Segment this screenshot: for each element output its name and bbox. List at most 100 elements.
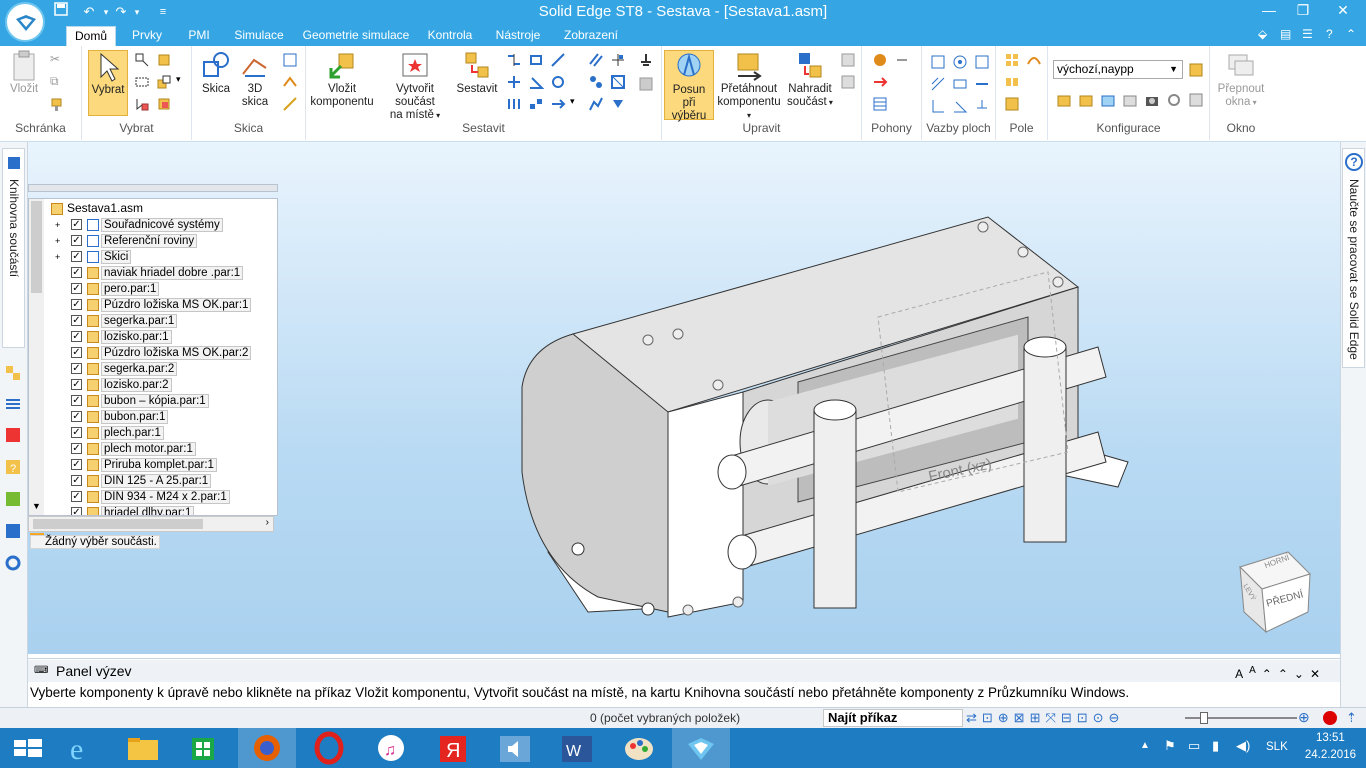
tree-horizontal-scrollbar[interactable]: ›: [28, 516, 274, 532]
face-ground-icon[interactable]: [974, 98, 990, 114]
tree-item[interactable]: ✓ naviak hriadel dobre .par:1: [49, 265, 244, 281]
sketch-tool-icon-3[interactable]: [282, 96, 298, 112]
solid-edge-icon[interactable]: [672, 728, 730, 768]
assemble-button[interactable]: Sestavit: [456, 50, 498, 96]
visibility-checkbox[interactable]: ✓: [71, 427, 82, 438]
expand-icon[interactable]: +: [55, 218, 60, 232]
visibility-checkbox[interactable]: ✓: [71, 459, 82, 470]
internet-explorer-icon[interactable]: e: [54, 728, 112, 768]
visibility-checkbox[interactable]: ✓: [71, 491, 82, 502]
relation-angle-icon[interactable]: [528, 74, 545, 90]
tab-pmi[interactable]: PMI: [180, 26, 218, 46]
relation-flip-icon[interactable]: [610, 52, 626, 68]
relation-connect-icon[interactable]: [506, 74, 522, 90]
tree-item[interactable]: ✓ lozisko.par:2: [49, 377, 172, 393]
tab-simulation-geometry[interactable]: Geometrie simulace: [300, 26, 412, 46]
config-icon-1[interactable]: [1056, 92, 1072, 108]
visibility-checkbox[interactable]: ✓: [71, 347, 82, 358]
cut-icon[interactable]: ✂: [50, 52, 66, 68]
tab-view[interactable]: Zobrazení: [558, 26, 624, 46]
face-parallel-icon[interactable]: [930, 76, 946, 92]
visibility-checkbox[interactable]: ✓: [71, 219, 82, 230]
ribbon-collapse-icon[interactable]: ⌃: [1346, 27, 1356, 41]
config-icon-2[interactable]: [1078, 92, 1094, 108]
yandex-icon[interactable]: Я: [424, 728, 482, 768]
help-icon[interactable]: ?: [1326, 27, 1333, 41]
tab-inspect[interactable]: Kontrola: [422, 26, 478, 46]
select-show-icon[interactable]: [156, 96, 172, 112]
config-icon-7[interactable]: [1188, 92, 1204, 108]
tab-home[interactable]: Domů: [66, 26, 116, 46]
paste-button[interactable]: Vložit: [6, 50, 42, 96]
tree-item[interactable]: ✓ bubon – kópia.par:1: [49, 393, 209, 409]
word-icon[interactable]: W: [548, 728, 606, 768]
firefox-icon[interactable]: [238, 728, 296, 768]
relation-ground-icon[interactable]: [638, 52, 654, 68]
tree-item[interactable]: ✓ Priruba komplet.par:1: [49, 457, 217, 473]
select-filter-icon[interactable]: [134, 52, 150, 68]
visibility-checkbox[interactable]: ✓: [71, 235, 82, 246]
visibility-checkbox[interactable]: ✓: [71, 507, 82, 515]
visibility-checkbox[interactable]: ✓: [71, 331, 82, 342]
relation-show-icon[interactable]: [638, 76, 654, 92]
face-tangent-icon[interactable]: [952, 76, 968, 92]
speaker-app-icon[interactable]: [486, 728, 544, 768]
duplicate-component-icon[interactable]: [1004, 96, 1020, 112]
tree-vertical-scrollbar[interactable]: ▼: [29, 199, 44, 515]
sensors-tab-icon[interactable]: [4, 522, 22, 543]
pathfinder-tab-icon[interactable]: [4, 364, 22, 385]
zoom-slider-thumb[interactable]: [1200, 712, 1208, 724]
modify-tool-icon-2[interactable]: [840, 74, 856, 90]
close-button[interactable]: ✕: [1320, 0, 1366, 20]
pattern-icon[interactable]: [1004, 52, 1020, 68]
relation-gear-icon[interactable]: [528, 96, 544, 112]
visibility-checkbox[interactable]: ✓: [71, 395, 82, 406]
pathfinder-tree[interactable]: ▼ Sestava1.asm + ✓ Souřadnicové systémy + ✓ R…: [28, 198, 278, 516]
pathfinder-grip[interactable]: [28, 184, 278, 192]
tab-tools[interactable]: Nástroje: [488, 26, 548, 46]
relation-center-icon[interactable]: [610, 96, 626, 112]
select-button[interactable]: Vybrat: [88, 50, 128, 116]
language-indicator[interactable]: SLK: [1266, 741, 1288, 753]
simulate-motor-icon[interactable]: [894, 52, 910, 68]
relation-path-icon[interactable]: [550, 96, 566, 112]
restore-button[interactable]: ❐: [1286, 0, 1320, 20]
visibility-checkbox[interactable]: ✓: [71, 363, 82, 374]
tree-item[interactable]: ✓ bubon.par:1: [49, 409, 169, 425]
expand-icon[interactable]: +: [55, 250, 60, 264]
tree-item[interactable]: ✓ DIN 125 - A 25.par:1: [49, 473, 212, 489]
file-explorer-icon[interactable]: [114, 728, 172, 768]
insert-component-button[interactable]: Vložit komponentu: [310, 50, 374, 109]
select-box-icon[interactable]: [134, 74, 150, 90]
save-config-icon[interactable]: [1188, 62, 1204, 78]
visibility-checkbox[interactable]: ✓: [71, 251, 82, 262]
relation-match-icon[interactable]: [588, 96, 604, 112]
store-icon[interactable]: [174, 728, 232, 768]
visibility-checkbox[interactable]: ✓: [71, 475, 82, 486]
list-icon[interactable]: ☰: [1302, 27, 1313, 41]
tree-scroll-thumb[interactable]: [31, 201, 42, 293]
relation-group-icon[interactable]: [588, 74, 604, 90]
drag-component-button[interactable]: Přetáhnout komponentu ▾: [716, 50, 782, 122]
visibility-checkbox[interactable]: ✓: [71, 443, 82, 454]
tree-item[interactable]: ✓ segerka.par:1: [49, 313, 178, 329]
help-tab-icon[interactable]: ?: [4, 458, 22, 479]
relation-parallel-icon[interactable]: [588, 52, 604, 68]
replace-part-button[interactable]: Nahradit součást ▾: [784, 50, 836, 109]
tree-item[interactable]: ✓ segerka.par:2: [49, 361, 178, 377]
find-command-box[interactable]: Najít příkaz: [823, 709, 963, 727]
visibility-checkbox[interactable]: ✓: [71, 379, 82, 390]
family-tab-icon[interactable]: [4, 426, 22, 447]
opera-icon[interactable]: [300, 728, 358, 768]
tree-item[interactable]: ✓ DIN 934 - M24 x 2.par:1: [49, 489, 230, 505]
start-icon[interactable]: [0, 728, 58, 768]
face-angle-icon[interactable]: [952, 98, 968, 114]
drive-table-icon[interactable]: [872, 96, 888, 112]
minimize-button[interactable]: —: [1252, 0, 1286, 20]
tree-item[interactable]: ✓ pero.par:1: [49, 281, 160, 297]
face-perpendicular-icon[interactable]: [930, 98, 946, 114]
paint-icon[interactable]: [610, 728, 668, 768]
collapse-status-icon[interactable]: ⇡: [1346, 710, 1357, 726]
tree-item[interactable]: + ✓ Skici: [49, 249, 132, 265]
sketch3d-button[interactable]: 3D skica: [238, 50, 272, 109]
